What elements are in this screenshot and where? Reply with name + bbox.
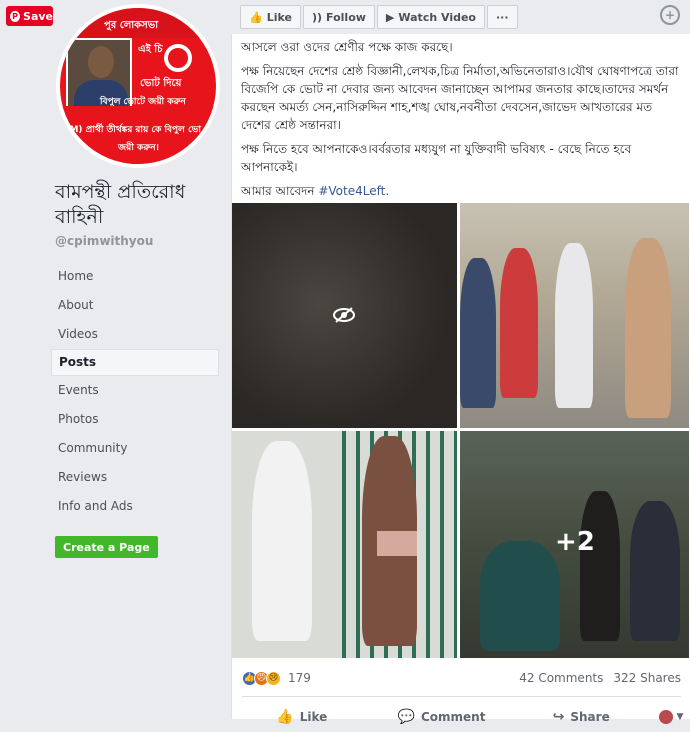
- person-head: [88, 46, 114, 78]
- share-label: Share: [570, 710, 610, 724]
- page-nav: Home About Videos Posts Events Photos Co…: [51, 262, 219, 521]
- post-paragraph-4: আমার আবেদন #Vote4Left.: [241, 182, 680, 200]
- comment-button[interactable]: 💬 Comment: [372, 709, 512, 725]
- post-as-selector[interactable]: ▼: [651, 710, 690, 724]
- profile-picture[interactable]: পুর লোকসভা এই চি ভোট দিয়ে বিপুল ভোটে জয…: [56, 4, 220, 168]
- like-page-label: Like: [266, 10, 292, 24]
- nav-item-events[interactable]: Events: [51, 376, 219, 405]
- figure-red-shirt: [500, 248, 538, 398]
- nav-item-reviews[interactable]: Reviews: [51, 463, 219, 492]
- post-text: আসলে ওরা ওদের শ্রেণীর পক্ষে কাজ করছে। পক…: [232, 34, 690, 200]
- divider: [242, 696, 681, 697]
- appeal-text: আমার আবেদন: [241, 184, 319, 198]
- comments-count[interactable]: 42 Comments: [519, 671, 603, 685]
- create-page-button[interactable]: Create a Page: [55, 536, 158, 558]
- post-actions: 👍 Like 💬 Comment ↪ Share ▼: [232, 702, 690, 732]
- comment-icon: 💬: [397, 709, 415, 725]
- left-column: P Save পুর লোকসভা এই চি ভোট দিয়ে বিপুল …: [0, 0, 230, 719]
- photo-more[interactable]: +2: [460, 431, 689, 658]
- post-card: আসলে ওরা ওদের শ্রেণীর পক্ষে কাজ করছে। পক…: [231, 34, 690, 725]
- hashtag-link[interactable]: #Vote4Left.: [318, 184, 389, 198]
- share-icon: ↪: [552, 709, 565, 725]
- thumbs-up-icon: 👍: [276, 709, 294, 725]
- rss-icon: )): [311, 10, 323, 24]
- figure-white-shirt: [555, 243, 593, 408]
- page-name[interactable]: বামপন্থী প্রতিরোধ বাহিনী: [55, 180, 225, 230]
- nav-item-photos[interactable]: Photos: [51, 405, 219, 434]
- nav-item-community[interactable]: Community: [51, 434, 219, 463]
- post-paragraph-1: আসলে ওরা ওদের শ্রেণীর পক্ষে কাজ করছে।: [241, 40, 453, 54]
- shares-count[interactable]: 322 Shares: [613, 671, 681, 685]
- more-options-button[interactable]: ···: [486, 5, 518, 29]
- nav-item-about[interactable]: About: [51, 291, 219, 320]
- figure-right: [625, 238, 671, 418]
- play-icon: ▶: [385, 10, 395, 24]
- follow-button[interactable]: )) Follow: [302, 5, 375, 29]
- nav-item-posts[interactable]: Posts: [51, 349, 219, 376]
- eye-slash-icon[interactable]: [332, 303, 356, 327]
- pinterest-save-button[interactable]: P Save: [6, 6, 53, 26]
- hammer-sickle-icon: [164, 44, 192, 72]
- profile-pic-text-vote: ভোট দিয়ে: [140, 78, 182, 89]
- censor-blur: [377, 531, 417, 556]
- nav-item-info-and-ads[interactable]: Info and Ads: [51, 492, 219, 521]
- like-label: Like: [299, 710, 328, 724]
- photo-gate[interactable]: [232, 431, 457, 658]
- reaction-count[interactable]: 179: [288, 671, 311, 685]
- figure-blue-shirt: [460, 258, 496, 408]
- nav-item-videos[interactable]: Videos: [51, 320, 219, 349]
- page-handle[interactable]: @cpimwithyou: [55, 234, 153, 248]
- more-photos-count[interactable]: +2: [555, 527, 595, 557]
- photo-blurred[interactable]: [232, 203, 457, 428]
- comment-label: Comment: [420, 710, 486, 724]
- post-paragraph-3: পক্ষ নিতে হবে আপনাকেও।বর্বরতার মধ্যযুগ ন…: [241, 142, 632, 174]
- avatar: [658, 710, 673, 724]
- profile-pic-text-bottom2: জয়ী করুন।: [118, 143, 159, 153]
- profile-pic-text-bottom1: I(M) প্রার্থী তীর্থঙ্কর রায় কে বিপুল ভো: [62, 125, 201, 135]
- chevron-down-icon: ▼: [676, 712, 684, 722]
- engagement-counts: 42 Comments 322 Shares: [519, 671, 681, 685]
- like-button[interactable]: 👍 Like: [232, 709, 372, 725]
- reactions-bar: 👍 😠 😢 179 42 Comments 322 Shares: [232, 666, 690, 690]
- follow-label: Follow: [326, 10, 366, 24]
- photo-grid: +2: [232, 203, 690, 658]
- figure-white-shirt-gate: [252, 441, 312, 641]
- profile-pic-text-mid: এই চি: [138, 44, 163, 55]
- reaction-icons[interactable]: 👍 😠 😢: [242, 670, 281, 686]
- pinterest-icon: P: [10, 10, 21, 22]
- sad-reaction-icon: 😢: [266, 670, 281, 686]
- profile-pic-text-top: পুর লোকসভা: [104, 20, 159, 31]
- save-label: Save: [23, 9, 53, 23]
- page-action-bar: 👍 Like )) Follow ▶ Watch Video ···: [240, 5, 518, 29]
- watch-video-label: Watch Video: [398, 10, 476, 24]
- post-paragraph-2: পক্ষ নিয়েছেন দেশের শ্রেষ্ঠ বিজ্ঞানী,লেখ…: [241, 64, 679, 132]
- nav-item-home[interactable]: Home: [51, 262, 219, 291]
- photo-crowd-street[interactable]: [460, 203, 689, 428]
- watch-video-button[interactable]: ▶ Watch Video: [376, 5, 485, 29]
- thumbs-up-icon: 👍: [249, 10, 263, 24]
- share-button[interactable]: ↪ Share: [511, 709, 651, 725]
- expand-icon[interactable]: +: [660, 5, 680, 25]
- like-page-button[interactable]: 👍 Like: [240, 5, 301, 29]
